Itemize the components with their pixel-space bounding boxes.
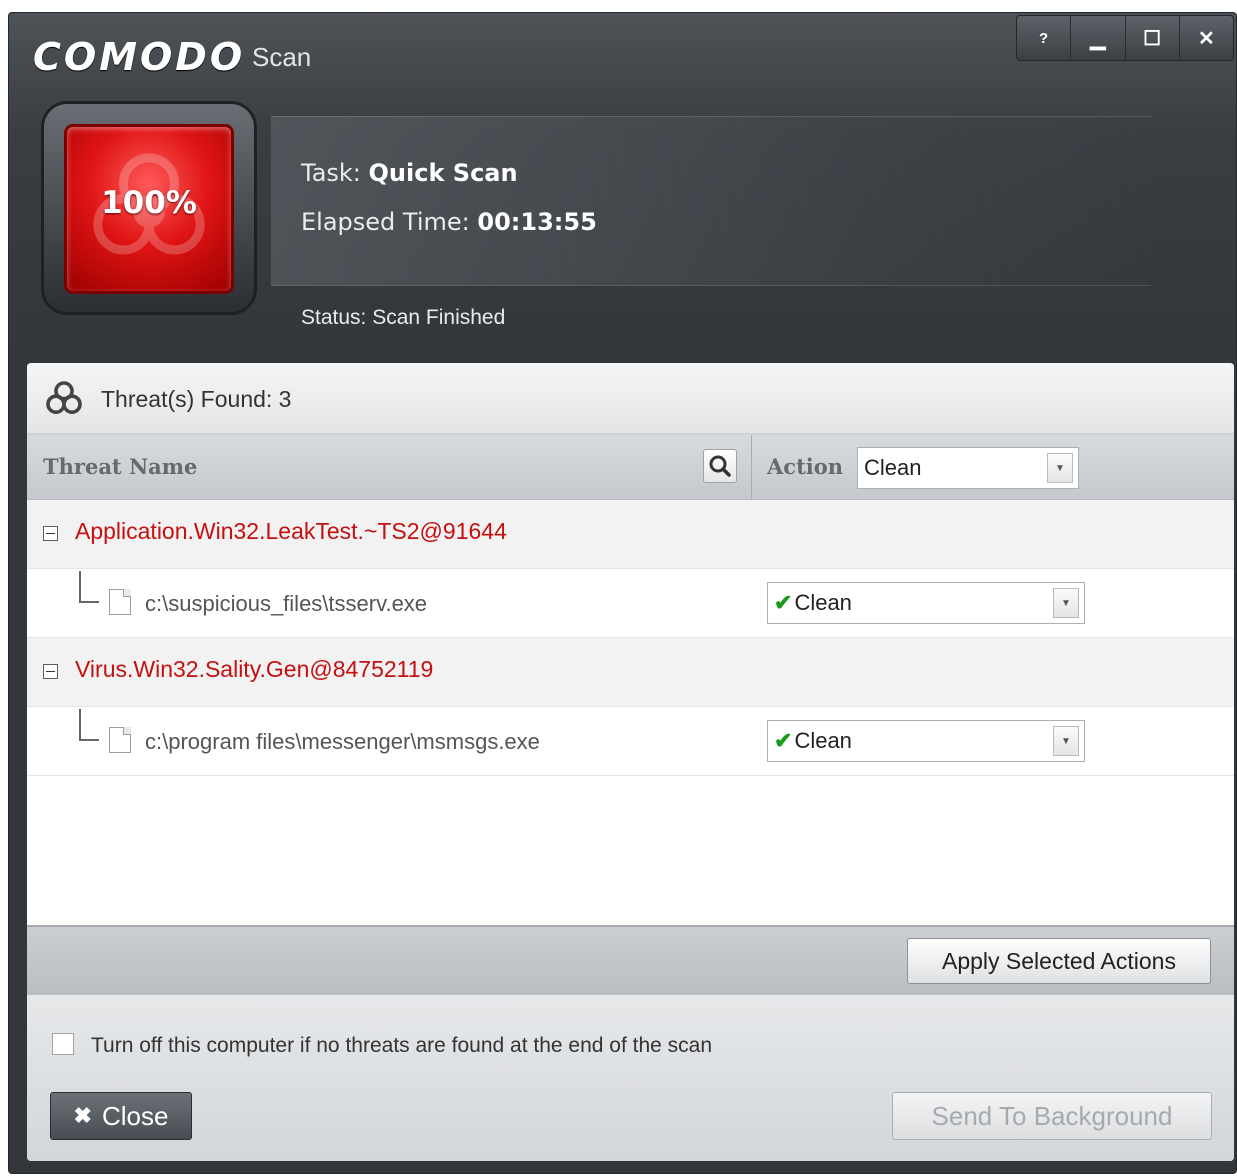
close-button[interactable]: ✖ Close [50, 1092, 192, 1140]
file-row[interactable]: c:\program files\messenger\msmsgs.exe ✔C… [27, 707, 1234, 776]
window-title: Scan [252, 42, 312, 72]
file-action-value: Clean [794, 728, 852, 753]
task-label: Task: [301, 159, 361, 187]
chevron-down-icon: ▼ [1053, 726, 1079, 756]
chevron-down-icon: ▼ [1047, 453, 1073, 483]
elapsed-value: 00:13:55 [477, 208, 597, 236]
file-path: c:\suspicious_files\tsserv.exe [145, 591, 428, 616]
global-action-value: Clean [864, 455, 922, 480]
elapsed-line: Elapsed Time: 00:13:55 [301, 208, 597, 236]
file-icon [109, 727, 131, 753]
tree-connector [79, 709, 99, 741]
close-window-button[interactable]: ✕ [1178, 16, 1233, 60]
checkmark-icon: ✔ [774, 590, 793, 615]
apply-selected-actions-button[interactable]: Apply Selected Actions [907, 938, 1211, 984]
file-action-select[interactable]: ✔Clean ▼ [767, 582, 1085, 624]
threat-name: Application.Win32.LeakTest.~TS2@91644 [75, 518, 507, 544]
scan-status: Status: Scan Finished [301, 306, 506, 329]
biohazard-icon [46, 381, 82, 414]
shutdown-checkbox-label[interactable]: Turn off this computer if no threats are… [91, 1034, 712, 1058]
threat-row[interactable]: Application.Win32.LeakTest.~TS2@91644 [27, 500, 1234, 569]
shutdown-checkbox[interactable] [52, 1033, 74, 1055]
column-action: Action [767, 454, 844, 479]
close-icon: ✖ [73, 1103, 92, 1128]
search-button[interactable] [703, 449, 737, 483]
scan-window: COMODO Scan ? ▁ ☐ ✕ 100% Task: Quick Sca… [8, 12, 1237, 1174]
maximize-button[interactable]: ☐ [1124, 16, 1179, 60]
file-action-select[interactable]: ✔Clean ▼ [767, 720, 1085, 762]
task-value: Quick Scan [368, 159, 518, 187]
send-to-background-button[interactable]: Send To Background [892, 1092, 1212, 1140]
search-icon [709, 455, 731, 477]
close-button-label: Close [101, 1100, 169, 1131]
global-action-select[interactable]: Clean ▼ [857, 447, 1079, 489]
help-button[interactable]: ? [1017, 16, 1070, 60]
threat-row[interactable]: Virus.Win32.Sality.Gen@84752119 [27, 638, 1234, 707]
progress-badge-frame: 100% [41, 101, 257, 315]
results-panel: Threat(s) Found: 3 Threat Name Action Cl… [27, 363, 1234, 1161]
threats-found-bar: Threat(s) Found: 3 [27, 363, 1234, 435]
tree-connector [79, 571, 99, 603]
window-controls: ? ▁ ☐ ✕ [1016, 15, 1234, 61]
file-icon [109, 589, 131, 615]
brand-logo: COMODO [33, 35, 246, 79]
progress-badge: 100% [67, 127, 231, 291]
minimize-button[interactable]: ▁ [1070, 16, 1124, 60]
column-threat-name[interactable]: Threat Name [43, 454, 197, 479]
task-banner [271, 116, 1151, 286]
file-path: c:\program files\messenger\msmsgs.exe [145, 729, 540, 754]
collapse-toggle[interactable] [43, 526, 58, 541]
column-divider [751, 435, 752, 499]
elapsed-label: Elapsed Time: [301, 208, 470, 236]
threats-found-count: Threat(s) Found: 3 [101, 386, 292, 412]
actions-bar: Apply Selected Actions [27, 925, 1234, 997]
collapse-toggle[interactable] [43, 664, 58, 679]
progress-percent: 100% [101, 185, 197, 221]
file-action-value: Clean [794, 590, 852, 615]
file-row[interactable]: c:\suspicious_files\tsserv.exe ✔Clean ▼ [27, 569, 1234, 638]
results-header: Threat Name Action Clean ▼ [27, 435, 1234, 500]
checkmark-icon: ✔ [774, 728, 793, 753]
threat-name: Virus.Win32.Sality.Gen@84752119 [75, 656, 434, 682]
footer: Turn off this computer if no threats are… [27, 995, 1234, 1161]
chevron-down-icon: ▼ [1053, 588, 1079, 618]
task-line: Task: Quick Scan [301, 159, 518, 187]
